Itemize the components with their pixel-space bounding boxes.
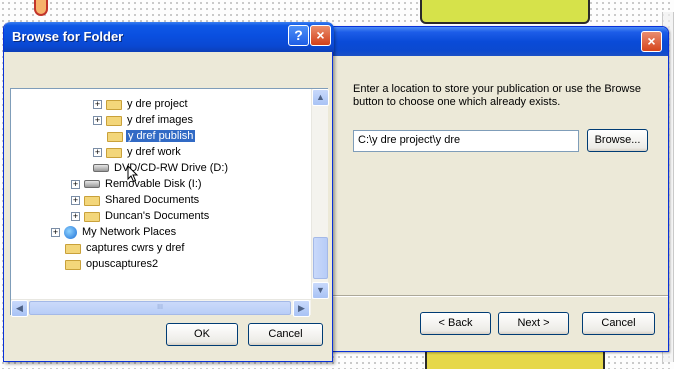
tree-item-y-dre-project[interactable]: + y dre project xyxy=(93,96,190,112)
scroll-right-button[interactable]: ▶ xyxy=(293,300,310,317)
folder-tree-rows: + y dre project + y dref images y dref pub… xyxy=(11,89,311,299)
vertical-scroll-thumb[interactable] xyxy=(313,237,328,279)
scroll-left-button[interactable]: ◀ xyxy=(11,300,28,317)
tree-item-label: y dref work xyxy=(127,146,181,159)
browse-for-folder-dialog: Browse for Folder ? × + y dre project + y … xyxy=(3,22,334,362)
expand-icon[interactable]: + xyxy=(51,227,60,237)
wizard-separator xyxy=(323,295,668,297)
wizard-titlebar xyxy=(323,27,668,56)
vertical-scrollbar[interactable]: ▲ ▼ xyxy=(311,89,329,299)
location-path-input[interactable]: C:\y dre project\y dre xyxy=(353,130,579,152)
expand-icon[interactable]: + xyxy=(93,115,102,125)
horizontal-scrollbar[interactable]: ◀ III ▶ xyxy=(11,299,311,317)
expand-icon[interactable]: + xyxy=(71,211,80,221)
tree-item-y-dref-images[interactable]: + y dref images xyxy=(93,112,195,128)
ok-button[interactable]: OK xyxy=(166,323,238,346)
background-artwork-top xyxy=(420,0,590,24)
cd-drive-icon xyxy=(93,164,109,173)
folder-icon xyxy=(65,244,81,255)
tree-item-shared-documents[interactable]: + Shared Documents xyxy=(71,192,201,208)
wizard-cancel-button[interactable]: Cancel xyxy=(582,312,655,335)
wizard-close-button[interactable]: × xyxy=(641,31,662,52)
tree-item-label: y dref publish xyxy=(126,130,196,143)
publish-location-dialog: × Enter a location to store your publica… xyxy=(322,26,669,352)
tree-item-label: y dre project xyxy=(127,98,188,111)
folder-open-icon xyxy=(107,132,123,143)
mouse-cursor-icon xyxy=(127,165,139,183)
tree-item-y-dref-publish[interactable]: y dref publish xyxy=(107,128,196,144)
browse-button[interactable]: Browse... xyxy=(587,129,648,152)
expand-icon[interactable]: + xyxy=(93,147,102,157)
tree-item-my-network-places[interactable]: + My Network Places xyxy=(51,224,178,240)
background-artwork-red-shape xyxy=(34,0,48,16)
tree-item-captures-cwrs-y-dref[interactable]: captures cwrs y dref xyxy=(65,240,186,256)
help-button[interactable]: ? xyxy=(288,25,309,46)
tree-item-label: Removable Disk (I:) xyxy=(105,178,202,191)
folder-icon xyxy=(106,116,122,127)
expand-icon[interactable]: + xyxy=(71,195,80,205)
horizontal-scroll-thumb[interactable]: III xyxy=(29,301,291,315)
folder-icon xyxy=(84,196,100,207)
tree-item-label: opuscaptures2 xyxy=(86,258,159,271)
network-places-icon xyxy=(64,225,77,239)
folder-tree-view[interactable]: + y dre project + y dref images y dref pub… xyxy=(10,88,329,317)
expand-icon[interactable]: + xyxy=(93,99,102,109)
tree-item-label: Duncan's Documents xyxy=(105,210,210,223)
tree-item-label: Shared Documents xyxy=(105,194,200,207)
tree-item-opuscaptures2[interactable]: opuscaptures2 xyxy=(65,256,160,272)
tree-item-label: My Network Places xyxy=(82,226,177,239)
scroll-corner xyxy=(311,299,328,315)
folder-icon xyxy=(84,212,100,223)
removable-disk-icon xyxy=(84,180,100,189)
tree-item-label: y dref images xyxy=(127,114,194,127)
tree-item-duncans-documents[interactable]: + Duncan's Documents xyxy=(71,208,211,224)
wizard-description: Enter a location to store your publicati… xyxy=(353,83,641,108)
tree-item-dvd-drive[interactable]: DVD/CD-RW Drive (D:) xyxy=(93,160,230,176)
folder-icon xyxy=(65,260,81,271)
dialog-title: Browse for Folder xyxy=(12,29,124,44)
tree-item-y-dref-work[interactable]: + y dref work xyxy=(93,144,183,160)
back-button[interactable]: < Back xyxy=(420,312,491,335)
close-button[interactable]: × xyxy=(310,25,331,46)
expand-icon[interactable]: + xyxy=(71,179,80,189)
folder-icon xyxy=(106,100,122,111)
scroll-up-button[interactable]: ▲ xyxy=(312,89,329,106)
cancel-button[interactable]: Cancel xyxy=(248,323,323,346)
next-button[interactable]: Next > xyxy=(498,312,569,335)
scroll-down-button[interactable]: ▼ xyxy=(312,282,329,299)
folder-icon xyxy=(106,148,122,159)
tree-item-label: captures cwrs y dref xyxy=(86,242,185,255)
browse-titlebar: Browse for Folder ? × xyxy=(4,22,334,52)
